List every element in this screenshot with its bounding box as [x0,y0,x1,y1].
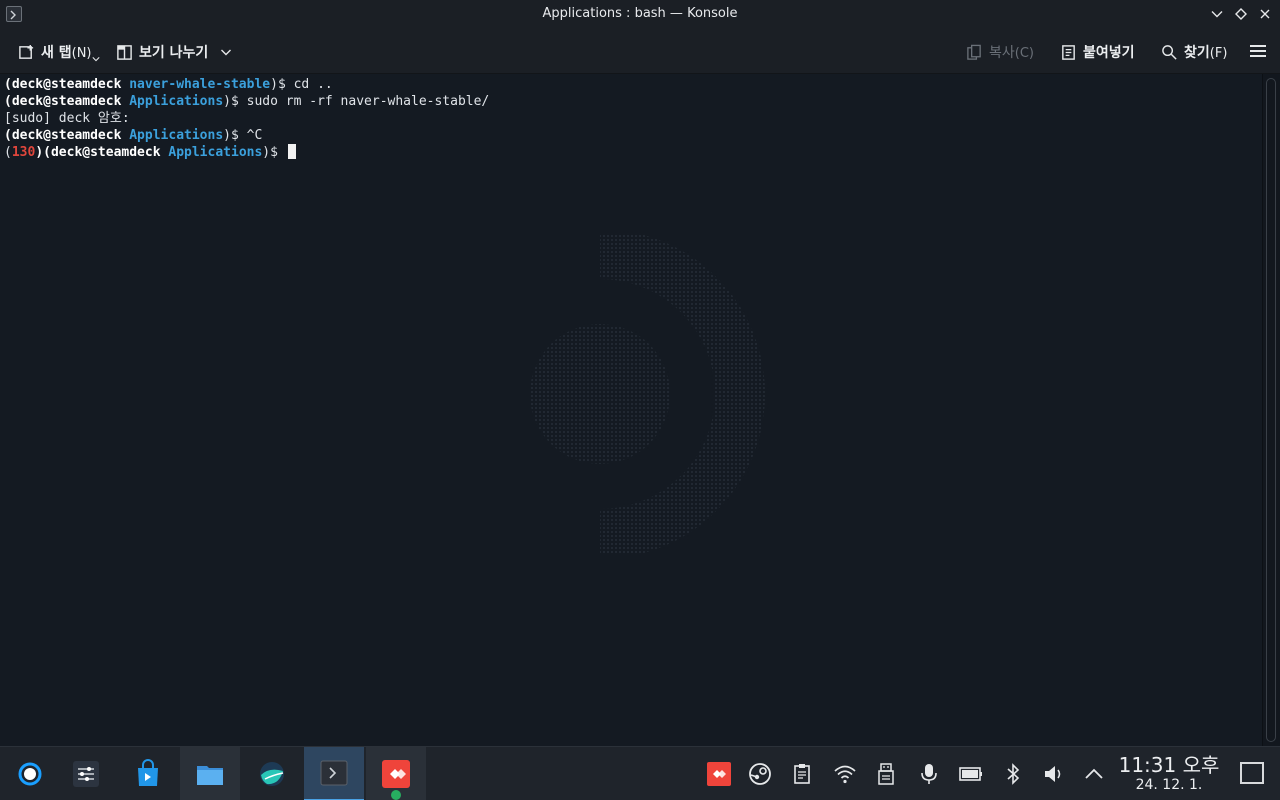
settings-sliders-icon [73,761,99,787]
exit-code: 130 [11,145,36,160]
taskbar-discover-store[interactable] [118,747,178,800]
terminal-line: (deck@steamdeck naver-whale-stable)$ cd … [4,76,489,93]
tray-usb-storage[interactable] [870,758,902,790]
command-text: )$ sudo rm -rf naver-whale-stable/ [223,94,490,109]
konsole-toolbar: 새 탭(N) 보기 나누기 복사(C) 붙여넣기 찾기(F) [0,29,1280,74]
close-icon [1260,9,1270,19]
chevron-down-icon [221,49,232,56]
find-label: 찾기 [1184,45,1210,61]
prompt-user: )(deck@steamdeck [35,145,161,160]
command-text: )$ [262,145,286,160]
find-accel: (F) [1209,46,1228,61]
clipboard-icon [794,764,810,784]
split-view-icon [117,44,132,60]
terminal-line: (deck@steamdeck Applications)$ sudo rm -… [4,93,489,110]
chevron-down-icon [1211,11,1223,18]
terminal-icon [320,760,348,786]
digital-clock[interactable]: 11:31 오후 24. 12. 1. [1112,753,1226,793]
scrollbar-thumb[interactable] [1266,78,1276,742]
maximize-button[interactable] [1232,5,1250,23]
text-cursor [287,144,296,159]
steamdeck-launcher-button[interactable] [0,747,60,800]
tray-anydesk[interactable] [703,758,735,790]
folder-icon [197,766,223,785]
chevron-up-icon [1085,768,1103,779]
taskbar: 11:31 오후 24. 12. 1. [0,746,1280,800]
tray-microphone[interactable] [913,758,945,790]
terminal-line: [sudo] deck 암호: [4,110,489,127]
command-text: )$ ^C [223,128,263,143]
close-button[interactable] [1256,5,1274,23]
tray-steam[interactable] [744,758,776,790]
minimize-button[interactable] [1208,5,1226,23]
show-desktop-button[interactable] [1240,762,1264,784]
steamdeck-watermark-logo [530,234,765,554]
taskbar-anydesk[interactable] [366,747,426,800]
tray-expand-button[interactable] [1078,758,1110,790]
taskbar-system-settings[interactable] [56,747,116,800]
chevron-down-icon [91,57,100,62]
tray-wifi[interactable] [829,758,861,790]
prompt-dir: Applications [129,128,224,143]
prompt-user: (deck@steamdeck [4,128,122,143]
new-tab-icon [19,44,34,59]
prompt-user: (deck@steamdeck [4,77,122,92]
paste-icon [1062,44,1075,60]
steamdeck-logo-icon [18,762,42,786]
microphone-icon [921,764,937,784]
terminal-scrollbar[interactable] [1262,74,1280,746]
split-view-button[interactable]: 보기 나누기 [116,39,232,65]
terminal-line: (130)(deck@steamdeck Applications)$ [4,144,489,161]
terminal-view[interactable]: (deck@steamdeck naver-whale-stable)$ cd … [0,74,1262,746]
window-title: Applications : bash — Konsole [542,6,738,21]
find-button[interactable]: 찾기(F) [1161,39,1227,65]
usb-storage-icon [878,763,894,785]
terminal-line: (deck@steamdeck Applications)$ ^C [4,127,489,144]
search-icon [1162,44,1177,60]
running-indicator [391,790,401,800]
whale-browser-icon [260,762,284,786]
shopping-bag-icon [138,759,158,786]
prompt-dir: Applications [168,145,263,160]
bluetooth-icon [1007,763,1020,785]
prompt-dir: naver-whale-stable [129,77,271,92]
sudo-prompt: [sudo] deck 암호: [4,111,130,126]
prompt-user: (deck@steamdeck [4,94,122,109]
steam-icon [749,763,771,785]
taskbar-dolphin-files[interactable] [180,747,240,800]
taskbar-whale-browser[interactable] [242,747,302,800]
paren-open: ( [4,145,12,160]
anydesk-icon [707,762,731,786]
diamond-icon [1235,8,1247,20]
paste-label: 붙여넣기 [1083,45,1135,61]
copy-icon [967,44,981,60]
clock-date: 24. 12. 1. [1135,777,1203,793]
prompt-dir: Applications [129,94,224,109]
taskbar-konsole[interactable] [304,747,364,800]
hamburger-menu-icon[interactable] [1250,45,1266,58]
battery-icon [959,767,982,781]
clock-time: 11:31 오후 [1118,753,1220,777]
copy-accel: (C) [1014,46,1034,61]
tray-bluetooth[interactable] [997,758,1029,790]
tray-battery[interactable] [955,758,987,790]
volume-icon [1045,766,1061,782]
copy-button[interactable]: 복사(C) [966,39,1034,65]
terminal-output: (deck@steamdeck naver-whale-stable)$ cd … [4,76,489,161]
new-tab-accel: (N) [71,46,92,61]
paste-button[interactable]: 붙여넣기 [1060,39,1135,65]
new-tab-button[interactable]: 새 탭(N) [18,39,100,65]
command-text: )$ cd .. [270,77,333,92]
tray-clipboard[interactable] [786,758,818,790]
window-titlebar: Applications : bash — Konsole [0,0,1280,29]
new-tab-label: 새 탭 [41,45,72,61]
tray-volume[interactable] [1038,758,1070,790]
wifi-icon [834,765,856,784]
split-view-label: 보기 나누기 [139,45,209,61]
anydesk-icon [382,760,410,788]
copy-label: 복사 [989,45,1015,61]
